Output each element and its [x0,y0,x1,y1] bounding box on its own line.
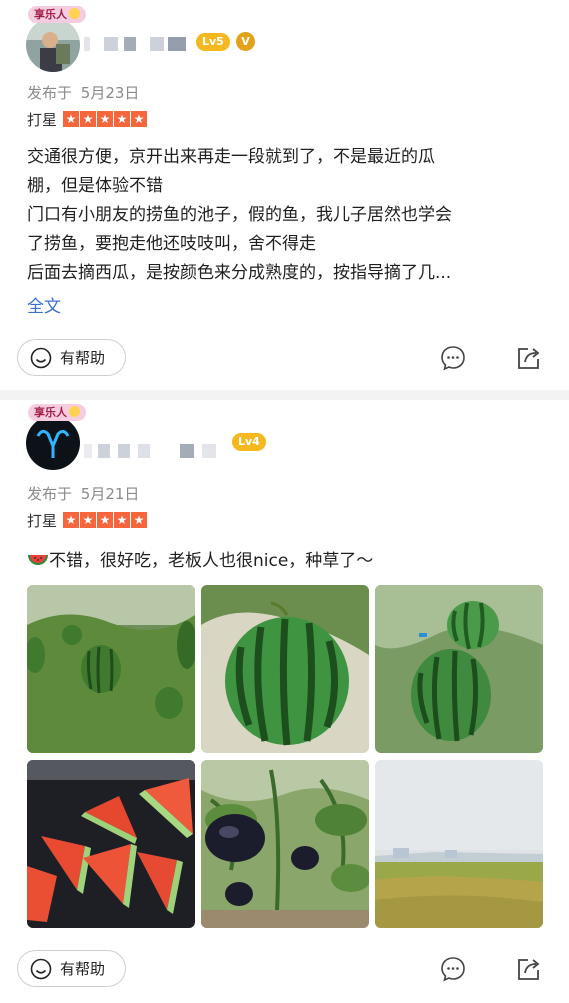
photo-grid [27,585,543,928]
verified-icon: V [236,32,255,51]
watermelon-emoji-icon [28,555,48,565]
expand-full-text-link[interactable]: 全文 [27,292,61,317]
avatar[interactable] [26,18,80,72]
review-text-line: 棚，但是体验不错 [27,176,163,196]
user-avatar-group[interactable]: 享乐人 [26,404,86,470]
username-redacted[interactable] [84,444,224,458]
user-title-badge: 享乐人 [28,6,86,23]
smile-emoji-icon [69,8,80,19]
comment-icon[interactable] [440,345,466,371]
post-date: 发布于 5月23日 [27,82,139,103]
star-icon: ★ [97,512,114,528]
user-avatar-group[interactable]: 享乐人 [26,6,86,72]
rating-row: 打星 ★ ★ ★ ★ ★ [27,511,148,530]
star-icon: ★ [114,512,131,528]
helpful-label: 有帮助 [60,960,106,978]
review-text-line: 交通很方便，京开出来再走一段就到了，不是最近的瓜 [27,147,435,167]
smile-icon [30,958,52,979]
helpful-button[interactable]: 有帮助 [17,950,126,987]
photo-greenhouse-farmland[interactable] [375,760,543,928]
review-text: 交通很方便，京开出来再走一段就到了，不是最近的瓜 棚，但是体验不错 门口有小朋友… [27,143,547,288]
star-icon: ★ [131,512,148,528]
user-title-text: 享乐人 [34,406,67,419]
star-icon: ★ [63,111,80,127]
star-icon: ★ [63,512,80,528]
helpful-button[interactable]: 有帮助 [17,339,126,376]
rating-label: 打星 [27,511,58,530]
post-date-value: 5月21日 [80,485,140,503]
star-rating: ★ ★ ★ ★ ★ [63,111,148,127]
user-title-badge: 享乐人 [28,404,86,421]
share-icon[interactable] [516,345,542,371]
review-separator [0,390,569,400]
photo-watermelons-in-field[interactable] [27,585,195,753]
review-text-line: 后面去摘西瓜，是按颜色来分成熟度的，按指导摘了几... [27,263,452,283]
review-text: 不错，很好吃，老板人也很nice，种草了～ [27,547,547,576]
smile-icon [30,347,52,368]
photo-watermelon-slices[interactable] [27,760,195,928]
star-icon: ★ [80,512,97,528]
share-icon[interactable] [516,956,542,982]
user-level-badge: Lv5 [196,33,230,51]
smile-emoji-icon [69,406,80,417]
user-title-text: 享乐人 [34,8,67,21]
post-date-label: 发布于 [27,84,73,102]
user-level-badge: Lv4 [232,433,266,451]
username-redacted[interactable] [84,37,188,51]
review-card: 享乐人 Lv5 V 发布于 5月23日 打星 ★ ★ ★ ★ ★ 交通很方便，京… [0,0,569,390]
post-date-value: 5月23日 [80,84,140,102]
rating-label: 打星 [27,110,58,129]
star-rating: ★ ★ ★ ★ ★ [63,512,148,528]
photo-watermelons-on-vine[interactable] [375,585,543,753]
rating-row: 打星 ★ ★ ★ ★ ★ [27,110,148,129]
photo-watermelon-closeup[interactable] [201,585,369,753]
review-text-line: 门口有小朋友的捞鱼的池子，假的鱼，我儿子居然也学会 [27,205,452,225]
avatar[interactable] [26,416,80,470]
helpful-label: 有帮助 [60,349,106,367]
comment-icon[interactable] [440,956,466,982]
star-icon: ★ [97,111,114,127]
star-icon: ★ [114,111,131,127]
post-date: 发布于 5月21日 [27,483,139,504]
star-icon: ★ [131,111,148,127]
star-icon: ★ [80,111,97,127]
review-text-line: 不错，很好吃，老板人也很nice，种草了～ [49,551,374,571]
post-date-label: 发布于 [27,485,73,503]
review-card: 享乐人 Lv4 发布于 5月21日 打星 ★ ★ ★ ★ ★ 不错，很好吃，老板… [0,400,569,1003]
photo-eggplants-on-plant[interactable] [201,760,369,928]
review-text-line: 了捞鱼，要抱走他还吱吱叫，舍不得走 [27,234,316,254]
